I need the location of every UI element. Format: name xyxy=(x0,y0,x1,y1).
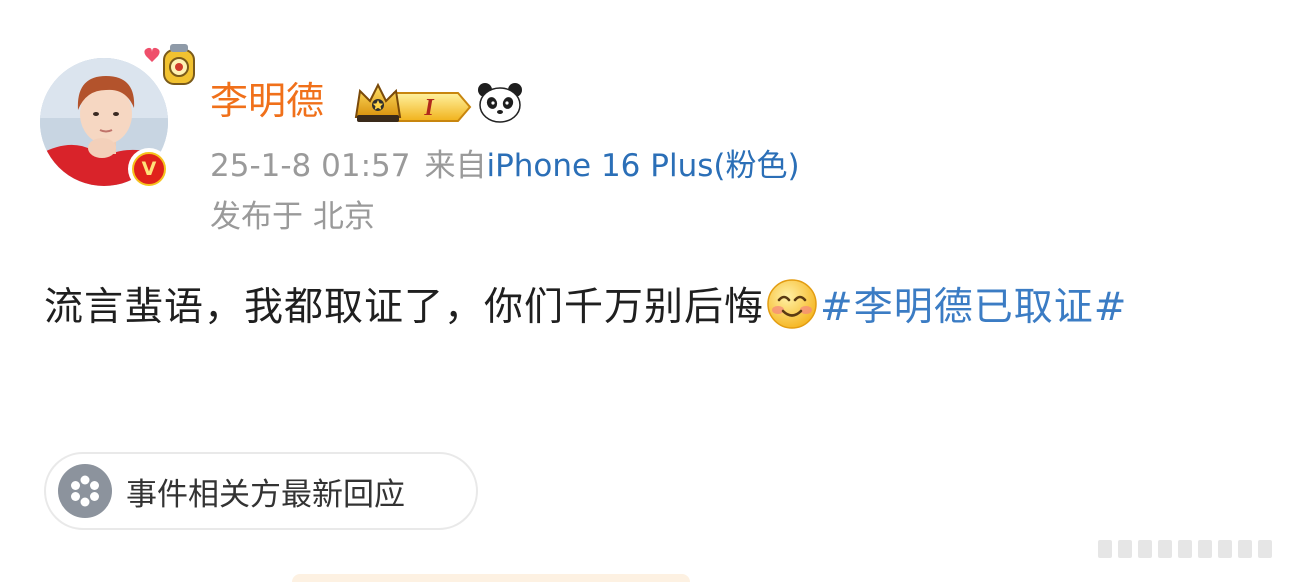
author-avatar-block[interactable]: V xyxy=(40,44,195,190)
vip-level: I xyxy=(423,95,435,121)
next-card-edge xyxy=(292,574,690,582)
panda-icon xyxy=(478,83,522,123)
crown-vip-icon[interactable]: I xyxy=(354,81,472,125)
post-datetime: 25-1-8 01:57 xyxy=(210,148,411,184)
avatar-pendant-icon xyxy=(144,44,195,85)
post-meta: 25-1-8 01:57 来自iPhone 16 Plus(粉色) xyxy=(210,144,800,188)
username[interactable]: 李明德 xyxy=(210,76,324,126)
post-content: 流言蜚语，我都取证了，你们千万别后悔 #李明德已取证# xyxy=(44,276,1244,340)
event-response-card[interactable]: 事件相关方最新回应 xyxy=(44,452,478,530)
post-text: 流言蜚语，我都取证了，你们千万别后悔 xyxy=(44,285,765,330)
event-card-label: 事件相关方最新回应 xyxy=(126,476,405,513)
smile-emoji-icon xyxy=(767,279,817,329)
post-location: 发布于 北京 xyxy=(210,199,375,235)
device-source-link[interactable]: iPhone 16 Plus(粉色) xyxy=(486,148,799,184)
flower-icon xyxy=(58,464,112,518)
verified-mark: V xyxy=(132,152,166,186)
verified-badge: V xyxy=(128,148,170,190)
watermark-graphic xyxy=(1098,540,1272,558)
hashtag-link[interactable]: #李明德已取证# xyxy=(820,285,1127,330)
source-prefix: 来自 xyxy=(424,148,487,184)
